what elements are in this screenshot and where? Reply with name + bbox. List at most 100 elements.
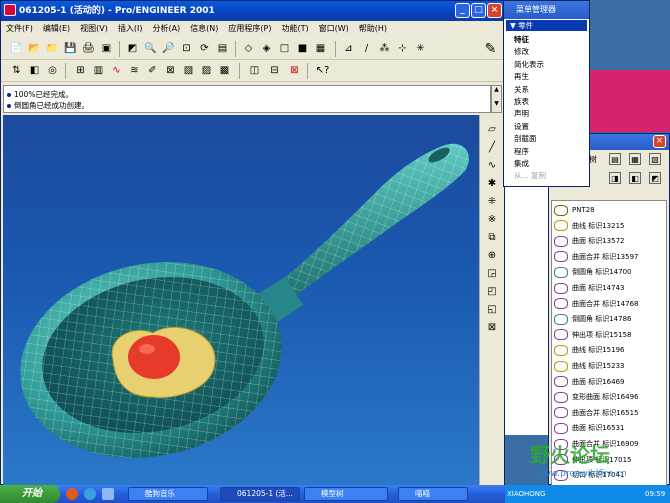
feature-tree-item[interactable]: 倒圆角 标识14786: [554, 312, 632, 326]
measure-icon[interactable]: ⊞: [73, 63, 88, 78]
send-icon[interactable]: ▣: [99, 41, 114, 56]
feature-tree-item[interactable]: 曲面 标识13572: [554, 234, 625, 248]
settings-icon[interactable]: ▤: [609, 153, 621, 165]
dihedral-icon[interactable]: ▧: [181, 63, 196, 78]
menu-manager-item[interactable]: 集成: [514, 158, 529, 169]
datum-axis-tool-icon[interactable]: ╱: [485, 141, 499, 155]
find-icon[interactable]: ◨: [609, 172, 621, 184]
saved-views-icon[interactable]: ▤: [215, 41, 230, 56]
draft-icon[interactable]: ✐: [145, 63, 160, 78]
datum-axes-icon[interactable]: ∕: [359, 41, 374, 56]
menu-edit[interactable]: 编辑(E): [38, 21, 75, 37]
taskbar-item-chat[interactable]: 喵喵: [398, 487, 468, 501]
menu-manager-title[interactable]: 菜单管理器: [504, 1, 589, 19]
menu-manager-item[interactable]: 设置: [514, 121, 529, 132]
zoom-in-icon[interactable]: 🔍: [143, 41, 158, 56]
reflection-icon[interactable]: ≋: [127, 63, 142, 78]
menu-manager-item[interactable]: 简化表示: [514, 59, 544, 70]
menu-manager-item[interactable]: 特征: [514, 34, 529, 45]
analysis-icon[interactable]: ◎: [45, 63, 60, 78]
graphics-viewport[interactable]: [3, 115, 479, 485]
window-activate-icon[interactable]: ◫: [247, 63, 262, 78]
menu-manager-item[interactable]: 剖截面: [514, 133, 537, 144]
context-help-icon[interactable]: ↖?: [315, 63, 330, 78]
repaint-icon[interactable]: ◩: [125, 41, 140, 56]
spin-center-icon[interactable]: ✳: [413, 41, 428, 56]
close-button[interactable]: ×: [653, 135, 666, 148]
feature-tree-item[interactable]: 变形曲面 标识16496: [554, 390, 639, 404]
orient-icon[interactable]: ⟳: [197, 41, 212, 56]
menu-window[interactable]: 窗口(W): [314, 21, 354, 37]
shell-tool-icon[interactable]: ◲: [485, 267, 499, 281]
feature-tree-item[interactable]: 伸出项 标识15158: [554, 328, 632, 342]
close-button[interactable]: ×: [487, 3, 502, 18]
menu-applications[interactable]: 应用程序(P): [223, 21, 276, 37]
window-new-icon[interactable]: ⊟: [267, 63, 282, 78]
no-hidden-icon[interactable]: □: [277, 41, 292, 56]
curve-analysis-icon[interactable]: ∿: [109, 63, 124, 78]
open-folder-icon[interactable]: 📂: [27, 41, 42, 56]
menu-view[interactable]: 视图(V): [75, 21, 113, 37]
new-file-icon[interactable]: 📄: [9, 41, 24, 56]
quick-launch-ie-icon[interactable]: [66, 488, 78, 500]
sketch-tool-icon[interactable]: ⧉: [485, 231, 499, 245]
menu-help[interactable]: 帮助(H): [354, 21, 392, 37]
sketch-pen-icon[interactable]: ✎: [483, 41, 498, 57]
section-icon[interactable]: ▥: [91, 63, 106, 78]
menu-info[interactable]: 信息(N): [185, 21, 223, 37]
feature-tree-item[interactable]: PNT28: [554, 203, 595, 217]
start-button[interactable]: 开始: [0, 485, 60, 503]
wireframe-icon[interactable]: ◇: [241, 41, 256, 56]
cancel-tool-icon[interactable]: ⊠: [485, 321, 499, 335]
feature-tree-item[interactable]: 曲线 标识13215: [554, 219, 625, 233]
save-icon[interactable]: 💾: [63, 41, 78, 56]
feature-tree-item[interactable]: 倒圆角 标识14700: [554, 265, 632, 279]
window-close-icon[interactable]: ⊠: [287, 63, 302, 78]
message-scrollbar[interactable]: ▲ ▼: [491, 85, 502, 113]
feature-tree-item[interactable]: 曲面合并 标识16515: [554, 406, 639, 420]
open-icon[interactable]: 📁: [45, 41, 60, 56]
taskbar-item-music[interactable]: 酷狗音乐: [128, 487, 208, 501]
maximize-button[interactable]: □: [471, 3, 486, 18]
menu-insert[interactable]: 插入(I): [113, 21, 148, 37]
expand-icon[interactable]: ▧: [649, 153, 661, 165]
menu-manager-item[interactable]: 从... 复制: [514, 170, 546, 181]
menu-manager-header-part[interactable]: ▼ 零件: [506, 20, 587, 31]
refit-icon[interactable]: ⊡: [179, 41, 194, 56]
menu-analysis[interactable]: 分析(A): [147, 21, 185, 37]
menu-manager-item[interactable]: 程序: [514, 146, 529, 157]
title-bar[interactable]: 061205-1 (活动的) - Pro/ENGINEER 2001 _ □ ×: [1, 1, 504, 21]
columns-icon[interactable]: ◩: [649, 172, 661, 184]
minimize-button[interactable]: _: [455, 3, 470, 18]
rib-tool-icon[interactable]: ◰: [485, 285, 499, 299]
taskbar-item-model-tree[interactable]: 模型树: [304, 487, 388, 501]
hole-tool-icon[interactable]: ⊕: [485, 249, 499, 263]
curvature-icon[interactable]: ▨: [199, 63, 214, 78]
offset-icon[interactable]: ▩: [217, 63, 232, 78]
feature-tree-item[interactable]: 曲面 标识16469: [554, 375, 625, 389]
coord-sys-tool-icon[interactable]: ⁜: [485, 195, 499, 209]
mass-props-icon[interactable]: ⊠: [163, 63, 178, 78]
menu-file[interactable]: 文件(F): [1, 21, 38, 37]
shading-icon[interactable]: ■: [295, 41, 310, 56]
feature-tree-item[interactable]: 曲面合并 标识14768: [554, 297, 639, 311]
menu-manager-item[interactable]: 关系: [514, 84, 529, 95]
datum-plane-tool-icon[interactable]: ▱: [485, 123, 499, 137]
taskbar-item-proe[interactable]: 061205-1 (活...: [220, 487, 300, 501]
layer-icon[interactable]: ◧: [27, 63, 42, 78]
quick-launch-desktop-icon[interactable]: [102, 488, 114, 500]
menu-utilities[interactable]: 功能(T): [277, 21, 314, 37]
datum-planes-icon[interactable]: ⊿: [341, 41, 356, 56]
feature-tree-item[interactable]: 曲面 标识14743: [554, 281, 625, 295]
draft-tool-icon[interactable]: ◱: [485, 303, 499, 317]
hidden-line-icon[interactable]: ◈: [259, 41, 274, 56]
print-icon[interactable]: 🖨: [81, 41, 96, 56]
regenerate-icon[interactable]: ⇅: [9, 63, 24, 78]
datum-point-tool-icon[interactable]: ✱: [485, 177, 499, 191]
datum-curve-tool-icon[interactable]: ∿: [485, 159, 499, 173]
show-icon[interactable]: ◧: [629, 172, 641, 184]
feature-tree-item[interactable]: 曲面 标识16531: [554, 421, 625, 435]
menu-manager-item[interactable]: 修改: [514, 46, 529, 57]
feature-tree-item[interactable]: 曲面合并 标识13597: [554, 250, 639, 264]
datum-points-icon[interactable]: ⁂: [377, 41, 392, 56]
